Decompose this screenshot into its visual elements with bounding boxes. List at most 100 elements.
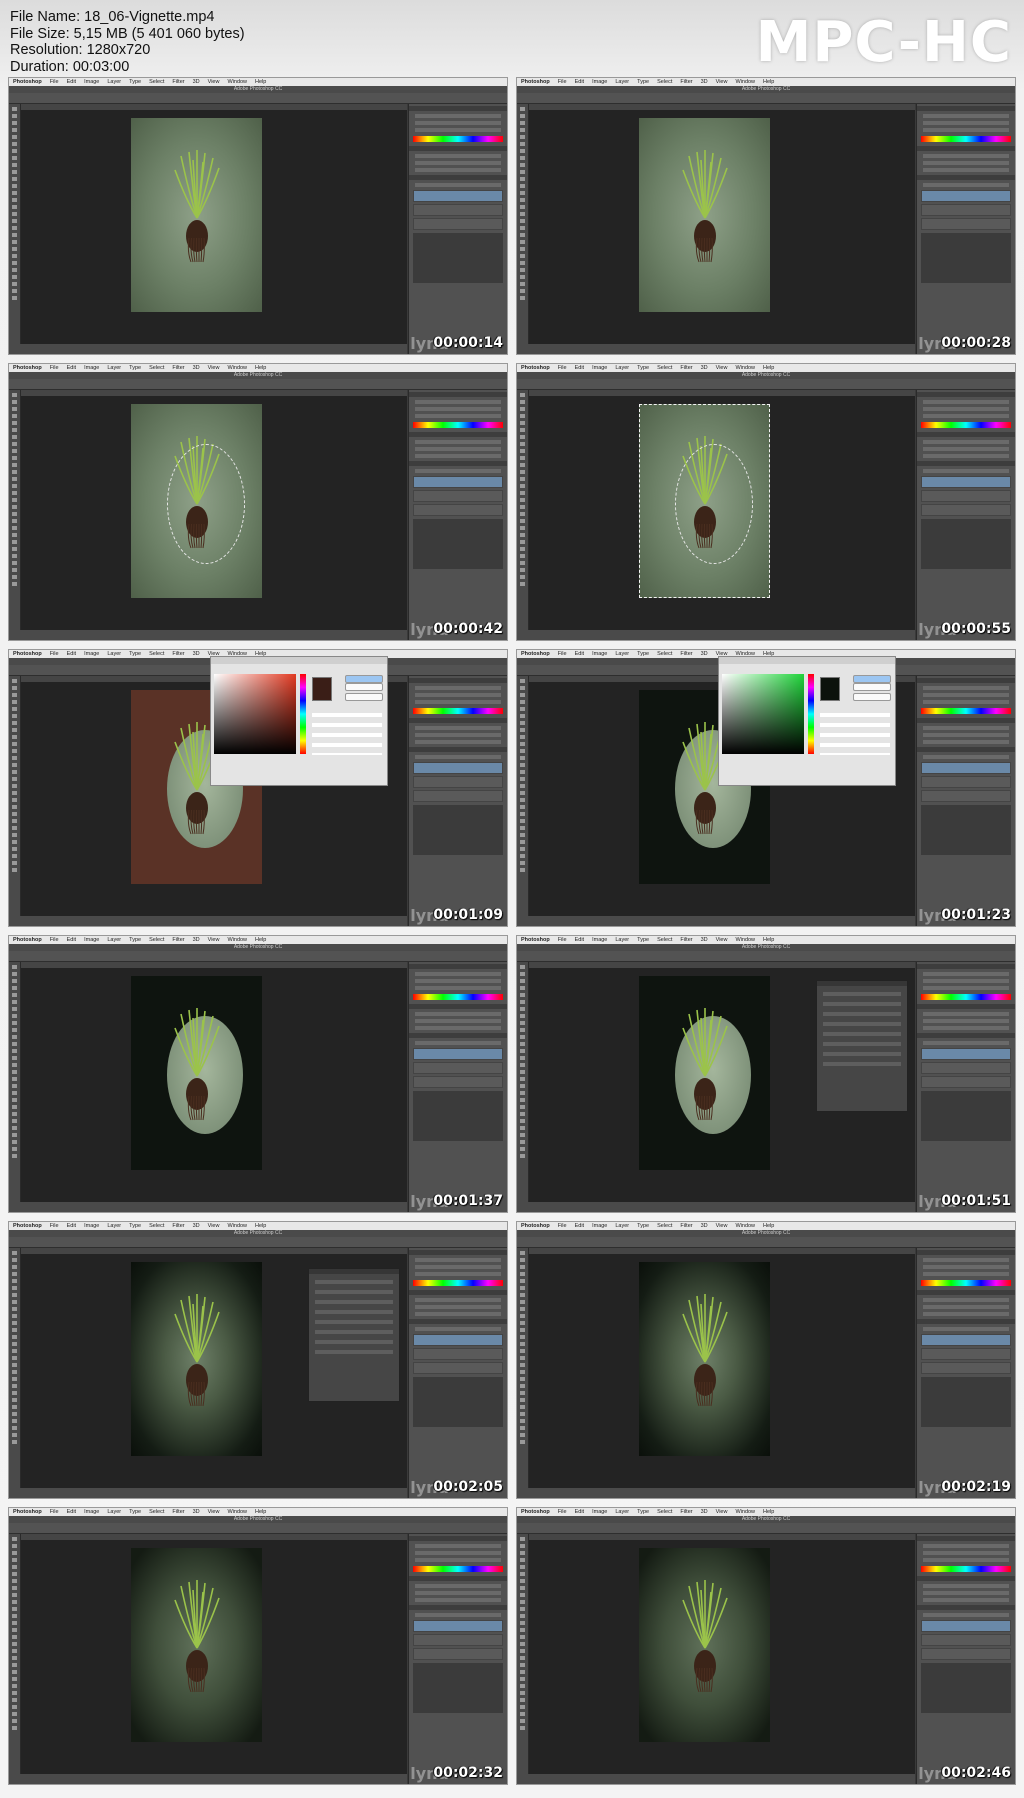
- menu-item[interactable]: Layer: [615, 651, 629, 657]
- color-picker-dialog[interactable]: [718, 656, 896, 786]
- menu-item[interactable]: Help: [255, 365, 266, 371]
- menu-item[interactable]: Filter: [172, 651, 184, 657]
- menu-item[interactable]: Type: [637, 1509, 649, 1515]
- menu-item[interactable]: Image: [84, 937, 99, 943]
- ok-button[interactable]: [853, 675, 891, 683]
- menu-item[interactable]: 3D: [193, 651, 200, 657]
- menu-item[interactable]: Edit: [67, 651, 76, 657]
- menu-item[interactable]: Type: [637, 651, 649, 657]
- menu-item[interactable]: Layer: [107, 1509, 121, 1515]
- menu-item[interactable]: Edit: [575, 365, 584, 371]
- menu-item[interactable]: Select: [149, 79, 164, 85]
- menu-item[interactable]: Type: [637, 365, 649, 371]
- menu-item[interactable]: Select: [657, 937, 672, 943]
- menu-item[interactable]: View: [208, 1223, 220, 1229]
- menu-item[interactable]: Window: [735, 937, 755, 943]
- menu-item[interactable]: Edit: [67, 1509, 76, 1515]
- menu-item[interactable]: Window: [227, 1509, 247, 1515]
- menu-item[interactable]: 3D: [701, 1509, 708, 1515]
- ok-button[interactable]: [345, 675, 383, 683]
- menu-item[interactable]: Help: [763, 1509, 774, 1515]
- menu-item[interactable]: Filter: [680, 365, 692, 371]
- menu-item[interactable]: File: [558, 937, 567, 943]
- add-to-swatches-button[interactable]: [853, 693, 891, 701]
- video-thumbnail-12[interactable]: Photoshop File Edit Image Layer Type Select Fil…: [517, 1508, 1015, 1784]
- menu-item[interactable]: File: [50, 937, 59, 943]
- video-thumbnail-5[interactable]: Photoshop File Edit Image Layer Type Select Fil…: [9, 650, 507, 926]
- menu-item[interactable]: View: [208, 937, 220, 943]
- menu-item[interactable]: Filter: [172, 365, 184, 371]
- menu-item[interactable]: Filter: [172, 1223, 184, 1229]
- menu-item[interactable]: File: [50, 1223, 59, 1229]
- menu-item[interactable]: 3D: [193, 1223, 200, 1229]
- menu-item[interactable]: File: [50, 651, 59, 657]
- menu-item[interactable]: Photoshop: [13, 79, 42, 85]
- menu-item[interactable]: Layer: [615, 937, 629, 943]
- menu-item[interactable]: Filter: [680, 651, 692, 657]
- menu-item[interactable]: 3D: [701, 1223, 708, 1229]
- hue-slider[interactable]: [300, 674, 306, 754]
- menu-item[interactable]: Layer: [615, 365, 629, 371]
- menu-item[interactable]: Type: [637, 937, 649, 943]
- menu-item[interactable]: 3D: [193, 937, 200, 943]
- menu-item[interactable]: Select: [149, 1223, 164, 1229]
- menu-item[interactable]: Edit: [575, 651, 584, 657]
- menu-item[interactable]: Help: [763, 365, 774, 371]
- menu-item[interactable]: File: [558, 79, 567, 85]
- menu-item[interactable]: Window: [735, 79, 755, 85]
- menu-item[interactable]: Help: [255, 1509, 266, 1515]
- menu-item[interactable]: File: [50, 1509, 59, 1515]
- video-thumbnail-10[interactable]: Photoshop File Edit Image Layer Type Select Fil…: [517, 1222, 1015, 1498]
- menu-item[interactable]: File: [558, 1509, 567, 1515]
- cancel-button[interactable]: [853, 683, 891, 691]
- menu-item[interactable]: Layer: [107, 79, 121, 85]
- menu-item[interactable]: Photoshop: [521, 365, 550, 371]
- video-thumbnail-11[interactable]: Photoshop File Edit Image Layer Type Select Fil…: [9, 1508, 507, 1784]
- menu-item[interactable]: Edit: [67, 1223, 76, 1229]
- menu-item[interactable]: Edit: [67, 79, 76, 85]
- menu-item[interactable]: Type: [129, 365, 141, 371]
- video-thumbnail-9[interactable]: Photoshop File Edit Image Layer Type Select Fil…: [9, 1222, 507, 1498]
- menu-item[interactable]: Filter: [680, 1223, 692, 1229]
- menu-item[interactable]: Select: [149, 651, 164, 657]
- hue-slider[interactable]: [808, 674, 814, 754]
- menu-item[interactable]: Select: [657, 79, 672, 85]
- video-thumbnail-1[interactable]: Photoshop File Edit Image Layer Type Select Fil…: [9, 78, 507, 354]
- menu-item[interactable]: Type: [129, 937, 141, 943]
- menu-item[interactable]: Help: [763, 937, 774, 943]
- menu-item[interactable]: Select: [149, 937, 164, 943]
- video-thumbnail-2[interactable]: Photoshop File Edit Image Layer Type Select Fil…: [517, 78, 1015, 354]
- menu-item[interactable]: 3D: [701, 651, 708, 657]
- menu-item[interactable]: Help: [255, 79, 266, 85]
- menu-item[interactable]: Photoshop: [521, 651, 550, 657]
- menu-item[interactable]: Photoshop: [521, 1223, 550, 1229]
- menu-item[interactable]: Image: [592, 79, 607, 85]
- menu-item[interactable]: Image: [592, 365, 607, 371]
- menu-item[interactable]: Layer: [107, 937, 121, 943]
- menu-item[interactable]: Select: [657, 1509, 672, 1515]
- video-thumbnail-8[interactable]: Photoshop File Edit Image Layer Type Select Fil…: [517, 936, 1015, 1212]
- menu-item[interactable]: Window: [735, 365, 755, 371]
- video-thumbnail-4[interactable]: Photoshop File Edit Image Layer Type Select Fil…: [517, 364, 1015, 640]
- menu-item[interactable]: Edit: [575, 1223, 584, 1229]
- color-inputs[interactable]: [820, 709, 890, 755]
- color-inputs[interactable]: [312, 709, 382, 755]
- menu-item[interactable]: 3D: [193, 79, 200, 85]
- menu-item[interactable]: Photoshop: [521, 79, 550, 85]
- menu-item[interactable]: Filter: [680, 1509, 692, 1515]
- menu-item[interactable]: View: [716, 937, 728, 943]
- menu-item[interactable]: Photoshop: [521, 937, 550, 943]
- menu-item[interactable]: Type: [129, 1509, 141, 1515]
- menu-item[interactable]: Filter: [680, 79, 692, 85]
- menu-item[interactable]: Help: [763, 1223, 774, 1229]
- menu-item[interactable]: Image: [592, 937, 607, 943]
- menu-item[interactable]: Select: [149, 1509, 164, 1515]
- menu-item[interactable]: 3D: [193, 1509, 200, 1515]
- menu-item[interactable]: Type: [637, 79, 649, 85]
- menu-item[interactable]: Filter: [172, 79, 184, 85]
- menu-item[interactable]: Edit: [67, 937, 76, 943]
- menu-item[interactable]: File: [50, 365, 59, 371]
- menu-item[interactable]: File: [558, 1223, 567, 1229]
- menu-item[interactable]: Filter: [680, 937, 692, 943]
- menu-item[interactable]: File: [50, 79, 59, 85]
